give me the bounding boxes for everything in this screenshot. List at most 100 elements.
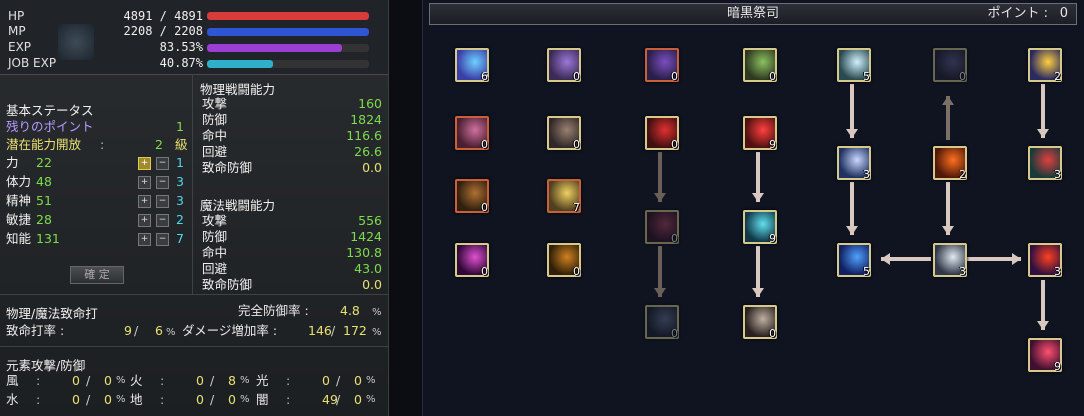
element-pct: % <box>116 375 126 386</box>
skill-level: 3 <box>1054 168 1061 181</box>
job-exp-value: 40.87% <box>159 56 203 70</box>
status-window: HP 4891 / 4891 MP 2208 / 2208 EXP 83.53%… <box>0 0 389 416</box>
stat-plus-button[interactable]: + <box>138 176 151 189</box>
element-pct: % <box>366 375 376 386</box>
prerequisite-arrow <box>752 246 764 297</box>
stat-minus-button[interactable]: − <box>156 157 169 170</box>
element-pct: % <box>240 375 250 386</box>
skill-slot-icon[interactable]: 5 <box>837 243 871 278</box>
prerequisite-arrow <box>942 182 954 235</box>
element-colon: : <box>286 392 291 407</box>
skill-slot-icon[interactable]: 3 <box>1028 243 1062 278</box>
stat-bonus: 2 <box>176 212 184 227</box>
stat-plus-button[interactable]: + <box>138 214 151 227</box>
stat-bonus: 7 <box>176 231 184 246</box>
skill-slot-icon[interactable]: 0 <box>455 179 489 214</box>
magic-row: 致命防御 0.0 <box>202 276 382 294</box>
stat-minus-button[interactable]: − <box>156 233 169 246</box>
skill-level: 0 <box>573 265 580 278</box>
skill-slot-icon[interactable]: 2 <box>933 146 967 181</box>
skill-slot-icon[interactable]: 0 <box>455 116 489 151</box>
skill-slot-icon[interactable]: 2 <box>1028 48 1062 83</box>
skill-slot-icon[interactable]: 0 <box>743 48 777 83</box>
skill-slot-icon[interactable]: 0 <box>547 116 581 151</box>
skill-slot-icon[interactable]: 0 <box>645 116 679 151</box>
skill-level: 0 <box>573 70 580 83</box>
skill-level: 7 <box>573 201 580 214</box>
element-colon: : <box>36 373 41 388</box>
skill-level: 2 <box>1054 70 1061 83</box>
skill-slot-icon[interactable]: 0 <box>547 48 581 83</box>
skill-slot-icon[interactable]: 9 <box>743 210 777 245</box>
stat-plus-button[interactable]: + <box>138 195 151 208</box>
element-defense: 0 <box>228 392 236 407</box>
skill-slot-icon[interactable]: 3 <box>933 243 967 278</box>
element-colon: : <box>286 373 291 388</box>
stat-plus-button[interactable]: + <box>138 233 151 246</box>
element-name: 風 <box>6 373 19 388</box>
stat-value: 131 <box>36 231 60 246</box>
crit-rate-pct: % <box>166 327 176 338</box>
element-defense: 0 <box>354 373 362 388</box>
skill-slot-icon[interactable]: 3 <box>837 146 871 181</box>
physical-row-value: 0.0 <box>362 160 382 175</box>
skill-slot-icon[interactable]: 0 <box>645 210 679 245</box>
skill-slot-icon[interactable]: 0 <box>547 243 581 278</box>
element-name: 地 <box>130 392 143 407</box>
job-exp-label: JOB EXP <box>8 56 57 70</box>
skill-level: 0 <box>671 70 678 83</box>
skill-slot-icon[interactable]: 9 <box>743 116 777 151</box>
prerequisite-arrow <box>654 246 666 297</box>
skill-slot-icon[interactable]: 3 <box>1028 146 1062 181</box>
stat-value: 51 <box>36 193 52 208</box>
stat-minus-button[interactable]: − <box>156 214 169 227</box>
element-name: 水 <box>6 392 19 407</box>
confirm-button[interactable]: 確 定 <box>70 266 124 284</box>
hp-bar-fill <box>207 12 369 20</box>
skill-level: 0 <box>769 327 776 340</box>
element-attack: 0 <box>72 392 80 407</box>
stat-bonus: 3 <box>176 193 184 208</box>
skill-slot-icon[interactable]: 6 <box>455 48 489 83</box>
section-divider <box>0 294 388 295</box>
prerequisite-arrow <box>942 96 954 140</box>
skill-level: 0 <box>671 138 678 151</box>
stat-name: 体力 <box>6 174 32 189</box>
damage-increase-phys: 146 <box>308 323 332 338</box>
skill-level: 5 <box>863 265 870 278</box>
stat-bonus: 1 <box>176 155 184 170</box>
skill-slot-icon[interactable]: 0 <box>455 243 489 278</box>
skill-slot-icon[interactable]: 0 <box>645 48 679 83</box>
element-slash: / <box>336 373 341 388</box>
skill-slot-icon[interactable]: 9 <box>1028 338 1062 373</box>
potential-colon: : <box>100 137 105 152</box>
stat-value: 48 <box>36 174 52 189</box>
hp-row: HP 4891 / 4891 <box>8 9 203 23</box>
potential-unit: 級 <box>175 137 188 152</box>
stat-minus-button[interactable]: − <box>156 176 169 189</box>
stat-minus-button[interactable]: − <box>156 195 169 208</box>
skill-slot-icon[interactable]: 5 <box>837 48 871 83</box>
stat-plus-button[interactable]: + <box>138 157 151 170</box>
element-name: 闇 <box>256 392 269 407</box>
skill-slot-icon[interactable]: 7 <box>547 179 581 214</box>
crit-rate-slash: / <box>134 323 139 338</box>
skill-level: 6 <box>481 70 488 83</box>
element-slash: / <box>86 373 91 388</box>
skill-level: 0 <box>481 201 488 214</box>
skill-level: 0 <box>573 138 580 151</box>
element-defense: 0 <box>104 373 112 388</box>
prerequisite-arrow <box>752 152 764 202</box>
element-title: 元素攻撃/防御 <box>6 358 86 373</box>
mp-bar-fill <box>207 28 369 36</box>
skill-slot-icon[interactable]: 0 <box>645 305 679 340</box>
element-slash: / <box>210 373 215 388</box>
element-pct: % <box>240 394 250 405</box>
prerequisite-arrow <box>966 253 1021 265</box>
skill-slot-icon[interactable]: 0 <box>743 305 777 340</box>
mp-row: MP 2208 / 2208 <box>8 24 203 38</box>
job-exp-row: JOB EXP 40.87% <box>8 56 203 70</box>
element-attack: 0 <box>72 373 80 388</box>
exp-bar <box>207 44 369 52</box>
skill-slot-icon[interactable]: 0 <box>933 48 967 83</box>
